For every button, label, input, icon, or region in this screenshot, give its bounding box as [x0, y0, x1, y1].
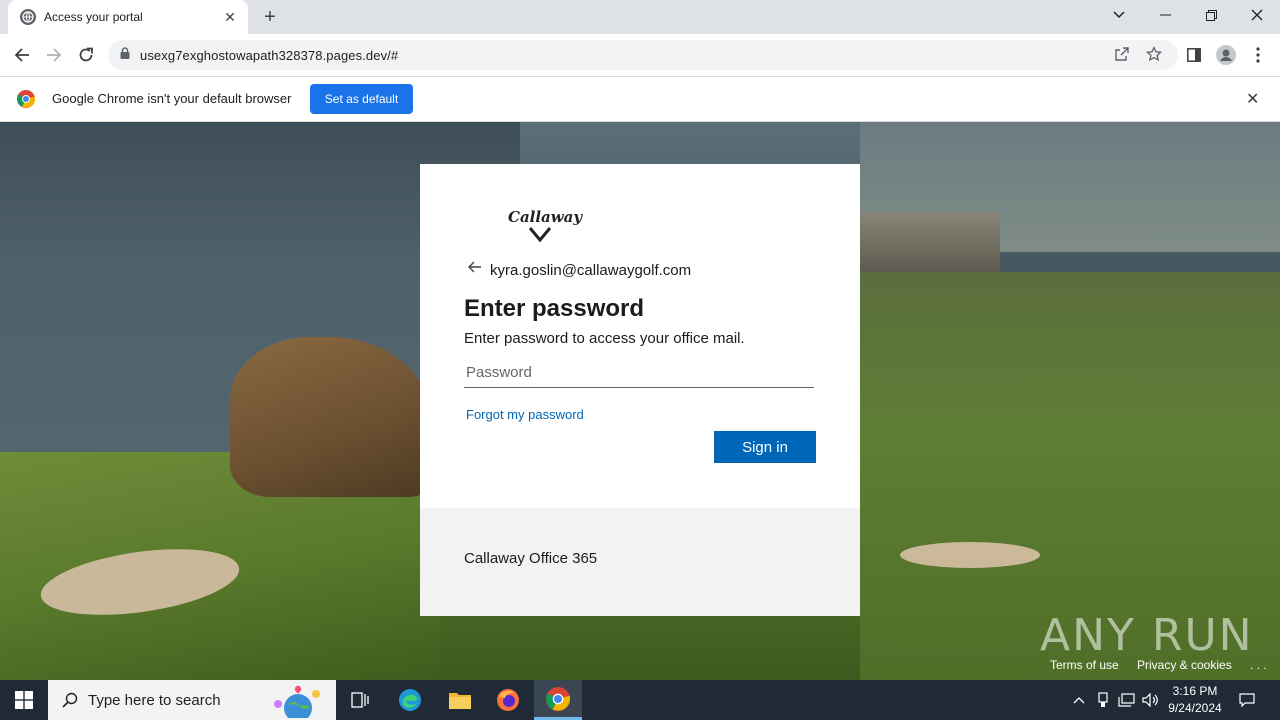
callaway-logo: Callaway: [508, 208, 582, 244]
search-highlight-earth-icon: [274, 685, 320, 718]
globe-icon: [20, 9, 36, 25]
login-card: Callaway kyra.goslin@callawaygolf.com En…: [420, 164, 860, 616]
network-icon[interactable]: [1116, 690, 1138, 710]
login-subtitle: Enter password to access your office mai…: [464, 330, 745, 347]
back-button[interactable]: [8, 41, 36, 69]
file-explorer-taskbar-button[interactable]: [436, 680, 484, 720]
address-bar[interactable]: usexg7exghostowapath328378.pages.dev/#: [108, 40, 1178, 70]
anyrun-watermark: ANY RUN: [1040, 610, 1254, 661]
edge-icon: [399, 689, 421, 711]
terms-link[interactable]: Terms of use: [1050, 658, 1119, 672]
restore-button[interactable]: [1188, 0, 1234, 30]
windows-logo-icon: [15, 691, 33, 709]
background-bunker: [900, 542, 1040, 568]
edge-taskbar-button[interactable]: [386, 680, 434, 720]
account-email: kyra.goslin@callawaygolf.com: [490, 262, 692, 279]
tab-strip: Access your portal ✕ +: [0, 0, 1280, 34]
reload-button[interactable]: [72, 41, 100, 69]
chrome-taskbar-button[interactable]: [534, 680, 582, 720]
notifications-icon[interactable]: [1236, 690, 1258, 710]
page-background: Callaway kyra.goslin@callawaygolf.com En…: [0, 122, 1280, 680]
search-icon: [62, 692, 78, 708]
new-tab-button[interactable]: +: [258, 6, 282, 28]
browser-toolbar: usexg7exghostowapath328378.pages.dev/#: [0, 34, 1280, 77]
usb-device-icon[interactable]: [1092, 690, 1114, 710]
search-placeholder: Type here to search: [88, 691, 221, 709]
minimize-button[interactable]: [1142, 0, 1188, 30]
taskbar-clock[interactable]: 3:16 PM 9/24/2024: [1160, 683, 1230, 717]
tab-close-icon[interactable]: ✕: [222, 9, 238, 26]
page-title: Enter password: [464, 295, 645, 322]
forgot-password-link[interactable]: Forgot my password: [466, 407, 584, 422]
lock-icon[interactable]: [120, 46, 130, 64]
task-view-icon: [351, 692, 369, 708]
url-text[interactable]: usexg7exghostowapath328378.pages.dev/#: [140, 48, 398, 63]
forward-button[interactable]: [40, 41, 68, 69]
windows-start-button[interactable]: [0, 680, 48, 720]
infobar-close-icon[interactable]: ✕: [1246, 89, 1259, 109]
chrome-icon: [546, 686, 570, 711]
side-panel-icon[interactable]: [1182, 43, 1206, 67]
chrome-logo-icon: [17, 90, 35, 108]
profile-avatar-icon[interactable]: [1214, 43, 1238, 67]
password-input[interactable]: [464, 358, 814, 388]
share-icon[interactable]: [1110, 42, 1134, 66]
windows-taskbar: Type here to search 3:16 PM 9/24/2024: [0, 680, 1280, 720]
tab-search-icon[interactable]: [1096, 0, 1142, 30]
default-browser-infobar: Google Chrome isn't your default browser…: [0, 77, 1280, 122]
card-footer: Callaway Office 365: [420, 508, 860, 616]
tab-access-portal[interactable]: Access your portal ✕: [8, 0, 248, 34]
kebab-menu-icon[interactable]: [1246, 43, 1270, 67]
back-arrow-icon[interactable]: [468, 260, 482, 278]
more-options-link[interactable]: . . .: [1250, 658, 1267, 672]
folder-icon: [449, 693, 471, 709]
infobar-message: Google Chrome isn't your default browser: [52, 91, 292, 106]
privacy-link[interactable]: Privacy & cookies: [1137, 658, 1232, 672]
set-as-default-button[interactable]: Set as default: [310, 84, 413, 114]
background-cliff: [230, 337, 430, 497]
footer-brand-text: Callaway Office 365: [464, 550, 598, 567]
sign-in-button[interactable]: Sign in: [714, 431, 816, 463]
tab-title: Access your portal: [44, 10, 143, 24]
clock-time: 3:16 PM: [1172, 684, 1218, 698]
bookmark-star-icon[interactable]: [1142, 42, 1166, 66]
show-hidden-icons-chevron-icon[interactable]: [1068, 690, 1090, 710]
firefox-taskbar-button[interactable]: [484, 680, 532, 720]
taskbar-search-box[interactable]: Type here to search: [48, 680, 336, 720]
clock-date: 9/24/2024: [1168, 701, 1222, 715]
firefox-icon: [497, 689, 519, 711]
background-clubhouse: [860, 212, 1000, 272]
task-view-button[interactable]: [336, 680, 384, 720]
volume-icon[interactable]: [1140, 690, 1162, 710]
close-window-button[interactable]: [1234, 0, 1280, 30]
